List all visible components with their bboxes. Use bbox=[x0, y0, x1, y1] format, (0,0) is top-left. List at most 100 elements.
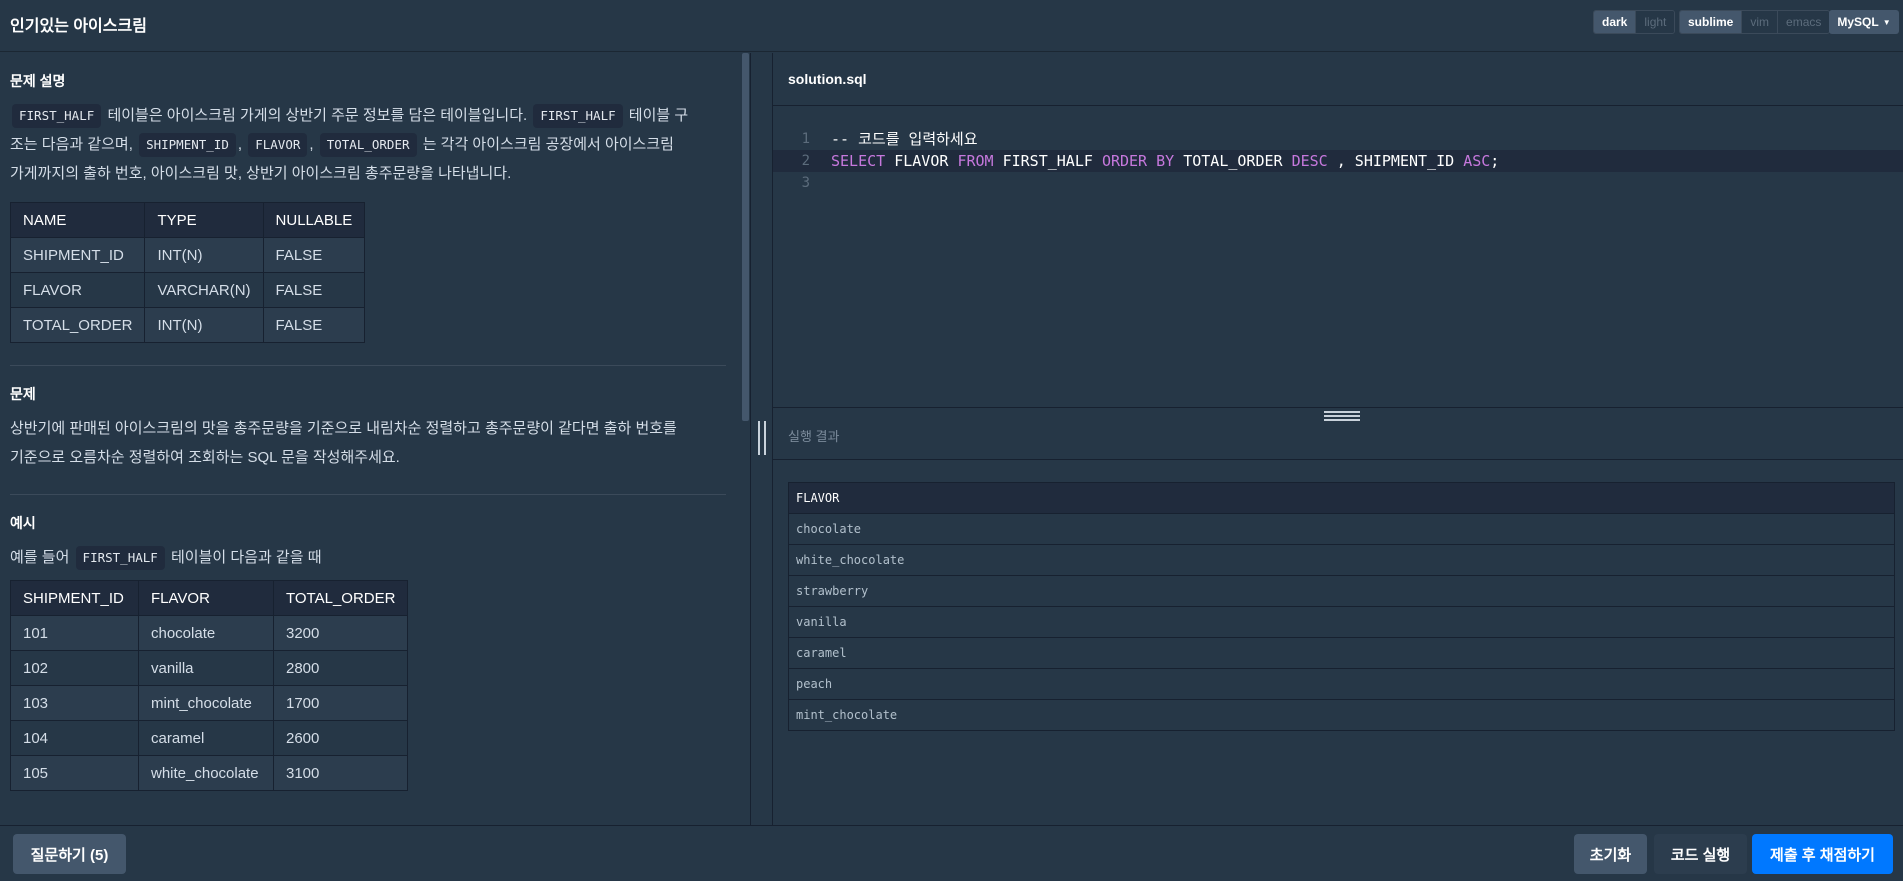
language-select[interactable]: MySQL ▼ bbox=[1829, 10, 1899, 34]
table-cell: 2600 bbox=[272, 720, 409, 756]
run-code-button[interactable]: 코드 실행 bbox=[1654, 834, 1747, 874]
table-row: vanilla bbox=[788, 606, 1895, 638]
table-row: 102 vanilla 2800 bbox=[10, 650, 409, 686]
description-segment: 가게까지의 출하 번호, 아이스크림 맛, 상반기 아이스크림 총주문량을 나타… bbox=[10, 165, 512, 182]
question-segment: 상반기에 판매된 아이스크림의 맛을 총주문량을 기준으로 내림차순 정렬하고 … bbox=[10, 420, 677, 437]
table-row: 105 white_chocolate 3100 bbox=[10, 755, 409, 791]
table-header-cell: TYPE bbox=[144, 202, 264, 238]
question-segment: 기준으로 오름차순 정렬하여 조회하는 SQL 문을 작성해주세요. bbox=[10, 449, 400, 466]
table-cell: 104 bbox=[10, 720, 139, 756]
splitter-grip-icon[interactable] bbox=[758, 421, 766, 455]
submit-button[interactable]: 제출 후 채점하기 bbox=[1752, 834, 1893, 874]
description-segment: , bbox=[237, 136, 243, 153]
keymap-sublime-option[interactable]: sublime bbox=[1680, 11, 1743, 33]
table-cell: caramel bbox=[788, 637, 1895, 669]
theme-light-option[interactable]: light bbox=[1636, 11, 1675, 33]
editor-header: solution.sql bbox=[773, 53, 1903, 106]
description-segment: , bbox=[309, 136, 314, 153]
top-bar: 인기있는 아이스크림 dark light sublime vim emacs … bbox=[0, 0, 1903, 52]
result-title: 실행 결과 bbox=[788, 429, 840, 444]
panel-splitter[interactable] bbox=[750, 53, 773, 825]
sql-identifier: FLAVOR bbox=[894, 152, 949, 170]
description-segment: 테이블 구 bbox=[628, 107, 689, 124]
table-row: 103 mint_chocolate 1700 bbox=[10, 685, 409, 721]
table-row: 101 chocolate 3200 bbox=[10, 615, 409, 651]
code-chip: FIRST_HALF bbox=[533, 104, 623, 128]
table-cell: 103 bbox=[10, 685, 139, 721]
theme-toggle[interactable]: dark light bbox=[1593, 10, 1676, 34]
code-chip: FLAVOR bbox=[248, 133, 308, 157]
table-cell: 3100 bbox=[272, 755, 409, 791]
sql-keyword: SELECT bbox=[831, 152, 886, 170]
reset-button[interactable]: 초기화 bbox=[1574, 834, 1647, 874]
keymap-vim-option[interactable]: vim bbox=[1742, 11, 1779, 33]
code-line-active[interactable]: 2 SELECT FLAVOR FROM FIRST_HALF ORDER BY… bbox=[773, 150, 1903, 172]
example-intro: 예를 들어 FIRST_HALF 테이블이 다음과 같을 때 bbox=[10, 543, 726, 572]
ask-question-button[interactable]: 질문하기 (5) bbox=[13, 834, 126, 874]
table-header-row: NAME TYPE NULLABLE bbox=[9, 202, 366, 238]
table-cell: vanilla bbox=[788, 606, 1895, 638]
section-divider bbox=[10, 365, 726, 366]
code-line[interactable]: 3 bbox=[773, 172, 1903, 194]
code-line[interactable]: 1 -- 코드를 입력하세요 bbox=[773, 128, 1903, 150]
sql-punctuation: ; bbox=[1490, 152, 1500, 170]
table-header-row: FLAVOR bbox=[788, 482, 1895, 514]
line-number: 1 bbox=[801, 131, 810, 147]
table-header-cell: FLAVOR bbox=[138, 580, 274, 616]
bottom-bar: 질문하기 (5) 초기화 코드 실행 제출 후 채점하기 bbox=[0, 825, 1903, 881]
keymap-toggle[interactable]: sublime vim emacs bbox=[1679, 10, 1831, 34]
result-header: 실행 결과 bbox=[773, 407, 1903, 460]
sql-identifier: , SHIPMENT_ID bbox=[1336, 152, 1455, 170]
table-cell: FLAVOR bbox=[9, 272, 146, 308]
table-header-cell: SHIPMENT_ID bbox=[10, 580, 139, 616]
schema-table: NAME TYPE NULLABLE SHIPMENT_ID INT(N) FA… bbox=[9, 202, 366, 343]
description-text: FIRST_HALF 테이블은 아이스크림 가게의 상반기 주문 정보를 담은 … bbox=[10, 101, 726, 188]
table-row: strawberry bbox=[788, 575, 1895, 607]
table-cell: 105 bbox=[10, 755, 139, 791]
chevron-down-icon: ▼ bbox=[1882, 17, 1891, 27]
table-cell: 1700 bbox=[272, 685, 409, 721]
table-cell: vanilla bbox=[138, 650, 274, 686]
code-comment: -- 코드를 입력하세요 bbox=[831, 130, 978, 148]
table-cell: SHIPMENT_ID bbox=[9, 237, 146, 273]
section-divider bbox=[10, 494, 726, 495]
table-cell: chocolate bbox=[138, 615, 274, 651]
table-header-cell: FLAVOR bbox=[788, 482, 1895, 514]
table-cell: INT(N) bbox=[144, 237, 264, 273]
table-row: mint_chocolate bbox=[788, 699, 1895, 731]
table-cell: INT(N) bbox=[144, 307, 264, 343]
code-chip: FIRST_HALF bbox=[12, 104, 102, 128]
question-title: 문제 bbox=[10, 386, 36, 402]
code-editor[interactable]: 1 -- 코드를 입력하세요 2 SELECT FLAVOR FROM FIRS… bbox=[773, 107, 1903, 407]
keymap-emacs-option[interactable]: emacs bbox=[1778, 11, 1830, 33]
sql-identifier: TOTAL_ORDER bbox=[1183, 152, 1283, 170]
table-cell: white_chocolate bbox=[788, 544, 1895, 576]
table-row: peach bbox=[788, 668, 1895, 700]
problem-scrollbar[interactable] bbox=[742, 53, 749, 421]
sql-keyword: DESC bbox=[1291, 152, 1328, 170]
sql-keyword: ASC bbox=[1463, 152, 1491, 170]
table-cell: 102 bbox=[10, 650, 139, 686]
description-segment: 는 각각 아이스크림 공장에서 아이스크림 bbox=[422, 136, 674, 153]
table-row: white_chocolate bbox=[788, 544, 1895, 576]
sql-keyword: FROM bbox=[957, 152, 994, 170]
sql-identifier: FIRST_HALF bbox=[1002, 152, 1093, 170]
code-chip: SHIPMENT_ID bbox=[139, 133, 236, 157]
table-cell: VARCHAR(N) bbox=[144, 272, 264, 308]
resize-handle-icon[interactable] bbox=[1324, 411, 1360, 421]
theme-dark-option[interactable]: dark bbox=[1594, 11, 1637, 33]
line-number: 2 bbox=[801, 153, 810, 169]
table-cell: strawberry bbox=[788, 575, 1895, 607]
table-row: 104 caramel 2600 bbox=[10, 720, 409, 756]
line-number: 3 bbox=[801, 175, 810, 191]
result-panel: FLAVOR chocolate white_chocolate strawbe… bbox=[773, 461, 1903, 825]
code-chip: TOTAL_ORDER bbox=[319, 133, 417, 157]
question-text: 상반기에 판매된 아이스크림의 맛을 총주문량을 기준으로 내림차순 정렬하고 … bbox=[10, 414, 726, 472]
example-segment: 예를 들어 bbox=[10, 549, 70, 566]
example-title: 예시 bbox=[10, 515, 36, 531]
page-title: 인기있는 아이스크림 bbox=[10, 18, 147, 35]
table-cell: peach bbox=[788, 668, 1895, 700]
table-cell: 101 bbox=[10, 615, 139, 651]
table-cell: mint_chocolate bbox=[138, 685, 274, 721]
code-chip: FIRST_HALF bbox=[75, 546, 165, 570]
